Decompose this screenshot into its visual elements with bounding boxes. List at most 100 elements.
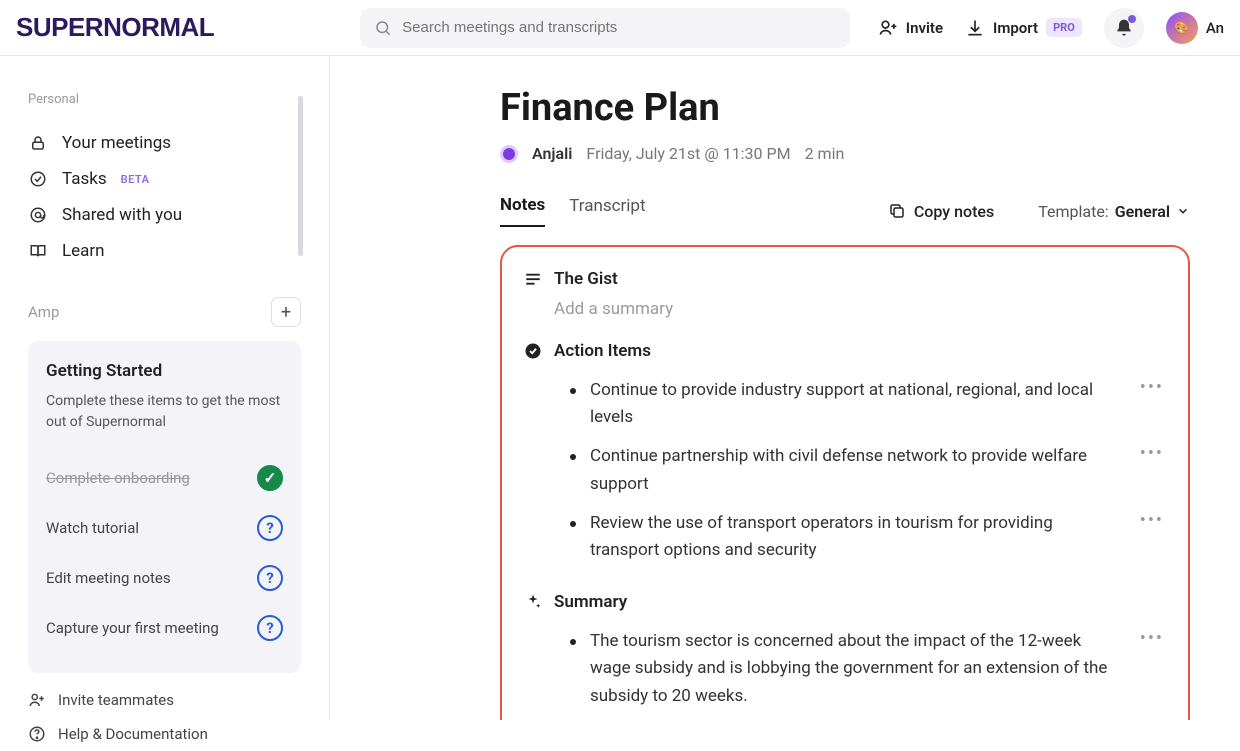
gs-item-label: Capture your first meeting [46, 619, 219, 637]
question-icon: ? [257, 565, 283, 591]
tab-notes[interactable]: Notes [500, 195, 545, 227]
template-label: Template: [1038, 202, 1108, 221]
action-item[interactable]: Review the use of transport operators in… [524, 504, 1164, 570]
gs-item-label: Edit meeting notes [46, 569, 171, 587]
summary-item[interactable]: The tourism sector is concerned about th… [524, 622, 1164, 716]
beta-badge: BETA [121, 173, 150, 186]
author-avatar-icon [500, 145, 518, 163]
app-header: SUPERNORMAL Invite Import PRO [0, 0, 1240, 56]
more-menu[interactable]: ••• [1130, 628, 1164, 649]
workspace-label: Amp [28, 303, 59, 321]
invite-icon [878, 18, 898, 38]
notifications-button[interactable] [1104, 8, 1144, 48]
section-title: The Gist [554, 269, 618, 289]
item-text: Continue partnership with civil defense … [590, 443, 1116, 497]
logo: SUPERNORMAL [16, 12, 214, 43]
scrollbar[interactable] [298, 96, 303, 256]
sidebar-item-tasks[interactable]: Tasks BETA [28, 161, 301, 197]
section-title: Action Items [554, 341, 651, 361]
lock-icon [28, 133, 48, 153]
import-button[interactable]: Import PRO [965, 18, 1082, 38]
sidebar-item-meetings[interactable]: Your meetings [28, 125, 301, 161]
section-title: Summary [554, 592, 627, 612]
chevron-down-icon [1176, 204, 1190, 218]
action-item[interactable]: Continue partnership with civil defense … [524, 437, 1164, 503]
user-menu[interactable]: 🎨 An [1166, 12, 1224, 44]
gs-item-label: Watch tutorial [46, 519, 139, 537]
add-workspace-button[interactable]: + [271, 297, 301, 327]
personal-label: Personal [28, 92, 301, 107]
copy-notes-button[interactable]: Copy notes [888, 202, 994, 221]
gs-item-tutorial[interactable]: Watch tutorial ? [46, 503, 283, 553]
search-input[interactable] [402, 19, 836, 36]
page-title: Finance Plan [500, 86, 1190, 130]
notes-highlight-box: The Gist Add a summary Action Items Cont… [500, 245, 1190, 720]
notification-dot [1128, 15, 1136, 23]
bottom-link-label: Help & Documentation [58, 725, 208, 743]
bullet-icon [570, 639, 576, 645]
invite-teammates[interactable]: Invite teammates [28, 683, 301, 717]
import-label: Import [993, 19, 1038, 37]
main-content: Finance Plan Anjali Friday, July 21st @ … [330, 56, 1240, 720]
author-name: Anjali [532, 144, 572, 163]
gist-icon [524, 270, 542, 288]
sidebar: Personal Your meetings Tasks BETA Shared… [0, 56, 330, 720]
sidebar-item-label: Shared with you [62, 205, 182, 225]
copy-label: Copy notes [914, 202, 994, 221]
sidebar-item-label: Learn [62, 241, 105, 261]
item-text: The tourism sector is concerned about th… [590, 628, 1116, 710]
section-action-items: Action Items Continue to provide industr… [524, 341, 1164, 570]
sparkle-icon [524, 593, 542, 611]
tab-transcript[interactable]: Transcript [569, 196, 645, 226]
gs-title: Getting Started [46, 361, 283, 381]
sidebar-item-label: Your meetings [62, 133, 171, 153]
invite-button[interactable]: Invite [878, 18, 943, 38]
gs-item-edit[interactable]: Edit meeting notes ? [46, 553, 283, 603]
search-box[interactable] [360, 8, 850, 48]
more-menu[interactable]: ••• [1130, 510, 1164, 531]
meeting-date: Friday, July 21st @ 11:30 PM [586, 144, 790, 163]
question-icon: ? [257, 615, 283, 641]
at-icon [28, 205, 48, 225]
getting-started-card: Getting Started Complete these items to … [28, 341, 301, 673]
bullet-icon [570, 388, 576, 394]
book-icon [28, 241, 48, 261]
action-icon [524, 342, 542, 360]
gs-item-capture[interactable]: Capture your first meeting ? [46, 603, 283, 653]
section-summary: Summary The tourism sector is concerned … [524, 592, 1164, 716]
avatar: 🎨 [1166, 12, 1198, 44]
gs-item-onboarding[interactable]: Complete onboarding ✓ [46, 453, 283, 503]
check-icon: ✓ [257, 465, 283, 491]
help-docs[interactable]: Help & Documentation [28, 717, 301, 751]
help-icon [28, 725, 46, 743]
bullet-icon [570, 521, 576, 527]
bullet-icon [570, 454, 576, 460]
bottom-link-label: Invite teammates [58, 691, 174, 709]
item-text: Continue to provide industry support at … [590, 377, 1116, 431]
copy-icon [888, 202, 906, 220]
more-menu[interactable]: ••• [1130, 443, 1164, 464]
more-menu[interactable]: ••• [1130, 377, 1164, 398]
user-short: An [1206, 19, 1224, 37]
action-item[interactable]: Continue to provide industry support at … [524, 371, 1164, 437]
section-gist: The Gist Add a summary [524, 269, 1164, 319]
header-right: Invite Import PRO 🎨 An [878, 8, 1224, 48]
import-icon [965, 18, 985, 38]
tabs-row: Notes Transcript Copy notes Template: Ge… [500, 195, 1190, 227]
sidebar-item-shared[interactable]: Shared with you [28, 197, 301, 233]
check-circle-icon [28, 169, 48, 189]
invite-label: Invite [906, 19, 943, 37]
sidebar-item-label: Tasks [62, 169, 107, 189]
question-icon: ? [257, 515, 283, 541]
gs-item-label: Complete onboarding [46, 469, 190, 487]
template-value: General [1115, 202, 1170, 221]
gist-placeholder[interactable]: Add a summary [524, 299, 1164, 319]
meeting-duration: 2 min [805, 144, 845, 163]
search-icon [374, 19, 392, 37]
template-dropdown[interactable]: Template: General [1038, 202, 1190, 221]
item-text: Review the use of transport operators in… [590, 510, 1116, 564]
sidebar-item-learn[interactable]: Learn [28, 233, 301, 269]
invite-icon [28, 691, 46, 709]
gs-desc: Complete these items to get the most out… [46, 391, 283, 433]
meta-row: Anjali Friday, July 21st @ 11:30 PM 2 mi… [500, 144, 1190, 163]
